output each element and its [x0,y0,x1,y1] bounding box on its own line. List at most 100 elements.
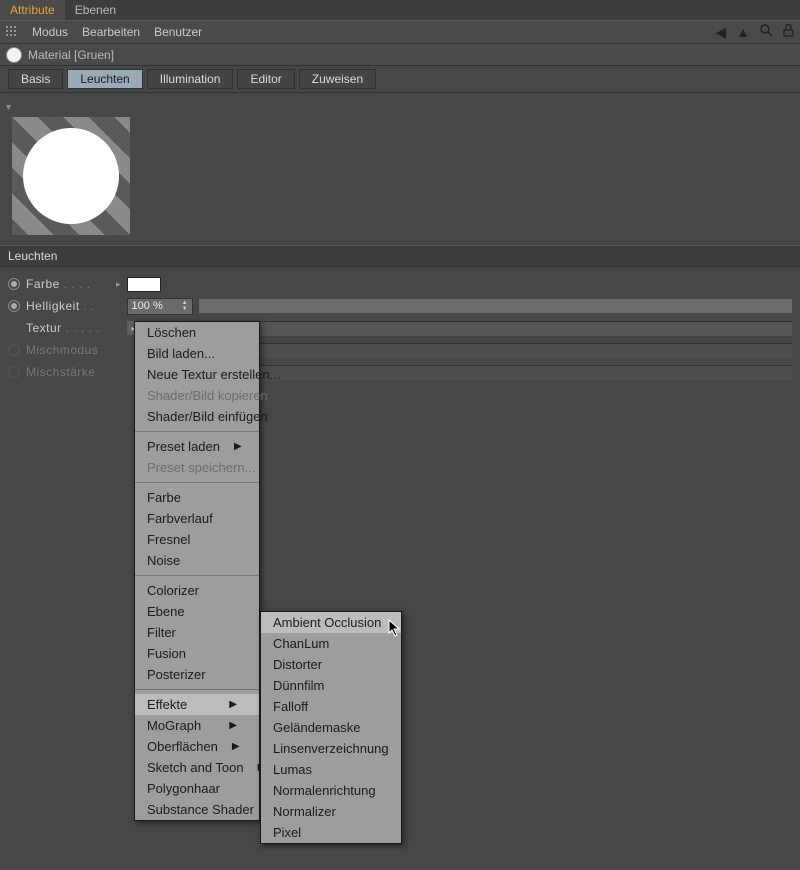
menu-item[interactable]: Löschen [135,322,259,343]
tab-attribute[interactable]: Attribute [0,0,65,20]
menu-item[interactable]: Pixel [261,822,401,843]
tab-illumination[interactable]: Illumination [147,69,234,89]
param-mischmodus: Mischmodus ▸ ▸ [8,339,792,361]
tab-editor[interactable]: Editor [237,69,294,89]
channel-tabs: Basis Leuchten Illumination Editor Zuwei… [0,66,800,93]
chevron-right-icon[interactable]: ▸ [116,279,121,290]
menu-item[interactable]: Fusion [135,643,259,664]
params: Farbe . . . . ▸ Helligkeit . . ▸ 100 % ▲… [0,267,800,389]
helligkeit-slider[interactable] [199,299,792,313]
menu-item-label: Pixel [273,825,301,840]
mischstaerke-label: Mischstärke [26,365,110,379]
menu-item-label: Dünnfilm [273,678,324,693]
menu-item[interactable]: Farbverlauf [135,508,259,529]
grid-icon[interactable] [6,26,18,38]
menu-item[interactable]: Shader/Bild einfügen [135,406,259,427]
menu-bearbeiten[interactable]: Bearbeiten [82,25,140,39]
preview-area: ▼ [0,93,800,245]
menu-separator [135,482,259,483]
menu-item-label: Distorter [273,657,322,672]
textur-context-menu: LöschenBild laden...Neue Textur erstelle… [134,321,260,821]
menu-item[interactable]: Noise [135,550,259,571]
menu-item[interactable]: Posterizer [135,664,259,685]
farbe-radio[interactable] [8,278,20,290]
param-farbe: Farbe . . . . ▸ [8,273,792,295]
material-preview[interactable] [12,117,130,235]
tab-basis[interactable]: Basis [8,69,63,89]
menu-item-label: Neue Textur erstellen... [147,367,280,382]
nav-up-icon[interactable]: ▲ [736,24,750,40]
menu-item: Preset speichern... [135,457,259,478]
menu-item-label: Farbe [147,490,181,505]
material-title: Material [Gruen] [28,48,114,62]
menu-item[interactable]: Distorter [261,654,401,675]
menu-item-label: MoGraph [147,718,201,733]
menu-item-label: Falloff [273,699,308,714]
menu-separator [135,575,259,576]
effekte-submenu: Ambient OcclusionChanLum Distorter Dünnfil… [260,611,402,844]
menu-item[interactable]: Bild laden... [135,343,259,364]
section-header: Leuchten [0,245,800,267]
farbe-swatch[interactable] [127,277,161,292]
menu-item[interactable]: Polygonhaar [135,778,259,799]
panel-tabs: Attribute Ebenen [0,0,800,20]
helligkeit-radio[interactable] [8,300,20,312]
menu-item[interactable]: ChanLum [261,633,401,654]
lock-icon[interactable] [783,24,794,40]
menu-item-label: Fresnel [147,532,190,547]
menu-item[interactable]: Farbe [135,487,259,508]
menu-item[interactable]: Normalenrichtung [261,780,401,801]
menu-item[interactable]: Effekte▶ [135,694,259,715]
chevron-right-icon: ▶ [229,720,237,731]
menu-item-label: Sketch and Toon [147,760,244,775]
menu-item-label: Preset laden [147,439,220,454]
menu-item[interactable]: Neue Textur erstellen... [135,364,259,385]
chevron-right-icon: ▶ [232,741,240,752]
helligkeit-input[interactable]: 100 % ▲▼ [127,298,193,315]
menu-item[interactable]: Falloff [261,696,401,717]
material-icon [6,47,22,63]
menu-item[interactable]: Colorizer [135,580,259,601]
tab-ebenen[interactable]: Ebenen [65,0,126,20]
menu-separator [135,689,259,690]
menu-item-label: Normalenrichtung [273,783,376,798]
tab-zuweisen[interactable]: Zuweisen [299,69,376,89]
menu-item[interactable]: Lumas [261,759,401,780]
menu-item[interactable]: MoGraph ▶ [135,715,259,736]
toolbar: Modus Bearbeiten Benutzer ◀ ▲ [0,20,800,44]
collapse-icon[interactable]: ▼ [4,102,13,112]
menu-item[interactable]: Sketch and Toon▶ [135,757,259,778]
menu-modus[interactable]: Modus [32,25,68,39]
mischmodus-radio [8,344,20,356]
farbe-label: Farbe . . . . [26,277,110,291]
menu-item[interactable]: Preset laden ▶ [135,436,259,457]
search-icon[interactable] [760,24,773,40]
param-textur: Textur . . . . . ▸ ▸ [8,317,792,339]
menu-item[interactable]: Oberflächen▶ [135,736,259,757]
menu-item-label: Shader/Bild einfügen [147,409,268,424]
menu-item[interactable]: Geländemaske [261,717,401,738]
menu-separator [135,431,259,432]
menu-item: Shader/Bild kopieren [135,385,259,406]
menu-item-label: Substance Shader [147,802,254,817]
tab-leuchten[interactable]: Leuchten [67,69,142,89]
menu-item[interactable]: Ambient Occlusion [261,612,401,633]
menu-item[interactable]: Ebene [135,601,259,622]
menu-item-label: Normalizer [273,804,336,819]
menu-item[interactable]: Substance Shader [135,799,259,820]
menu-item-label: Preset speichern... [147,460,255,475]
menu-item[interactable]: Normalizer [261,801,401,822]
chevron-right-icon: ▶ [234,441,242,452]
menu-item[interactable]: Filter [135,622,259,643]
menu-item[interactable]: Linsenverzeichnung [261,738,401,759]
menu-item[interactable]: Dünnfilm [261,675,401,696]
menu-benutzer[interactable]: Benutzer [154,25,202,39]
menu-item-label: Colorizer [147,583,199,598]
material-header: Material [Gruen] [0,44,800,66]
menu-item-label: Ebene [147,604,185,619]
chevron-right-icon: ▶ [229,699,237,710]
nav-back-icon[interactable]: ◀ [715,24,726,41]
menu-item[interactable]: Fresnel [135,529,259,550]
menu-item-label: Geländemaske [273,720,360,735]
menu-item-label: Filter [147,625,176,640]
